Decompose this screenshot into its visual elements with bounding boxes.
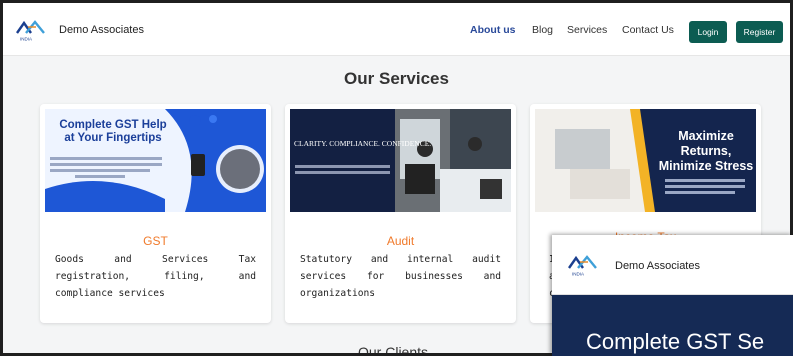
nav-blog-link[interactable]: Blog [532, 24, 553, 36]
overlay-navbar: INDIA Demo Associates [552, 235, 793, 295]
register-button[interactable]: Register [736, 21, 783, 43]
clients-section-title: Our Clients [358, 344, 429, 353]
service-card-gst[interactable]: Complete GST Help at Your Fingertips GST… [40, 104, 271, 323]
brand-name[interactable]: Demo Associates [59, 24, 144, 36]
overlay-hero-text: Complete GST Se [586, 329, 765, 354]
login-button[interactable]: Login [689, 21, 727, 43]
overlay-preview-window[interactable]: INDIA Demo Associates Complete GST Se [552, 235, 793, 356]
card-title[interactable]: GST [40, 234, 271, 248]
service-card-audit[interactable]: CLARITY. COMPLIANCE. CONFIDENCE. Audit S… [285, 104, 516, 323]
services-section-title: Our Services [344, 69, 449, 88]
gst-banner-heading: Complete GST Help at Your Fingertips [59, 119, 167, 144]
nav-about-link[interactable]: About us [470, 24, 516, 36]
navbar: INDIA Demo Associates About us Blog Serv… [3, 3, 790, 56]
income-tax-banner-heading: Maximize Returns, Minimize Stress [658, 129, 754, 173]
income-tax-banner-image: Maximize Returns, Minimize Stress [535, 109, 756, 212]
overlay-brand-name: Demo Associates [615, 260, 700, 272]
nav-services-link[interactable]: Services [567, 24, 607, 36]
overlay-hero-banner: Complete GST Se [552, 295, 793, 356]
logo-subtext: INDIA [20, 37, 32, 42]
ca-india-logo: INDIA [568, 255, 597, 277]
card-description: Statutory and internal audit services fo… [300, 254, 501, 299]
audit-banner-heading: CLARITY. COMPLIANCE. CONFIDENCE. [294, 139, 432, 148]
gst-banner-image: Complete GST Help at Your Fingertips [45, 109, 266, 212]
ca-india-logo[interactable]: INDIA [14, 20, 48, 42]
logo-subtext: INDIA [572, 272, 584, 277]
card-description: Goods and Services Tax registration, fil… [55, 254, 256, 299]
nav-contact-link[interactable]: Contact Us [622, 24, 674, 36]
card-title[interactable]: Audit [285, 234, 516, 248]
audit-banner-image: CLARITY. COMPLIANCE. CONFIDENCE. [290, 109, 511, 212]
